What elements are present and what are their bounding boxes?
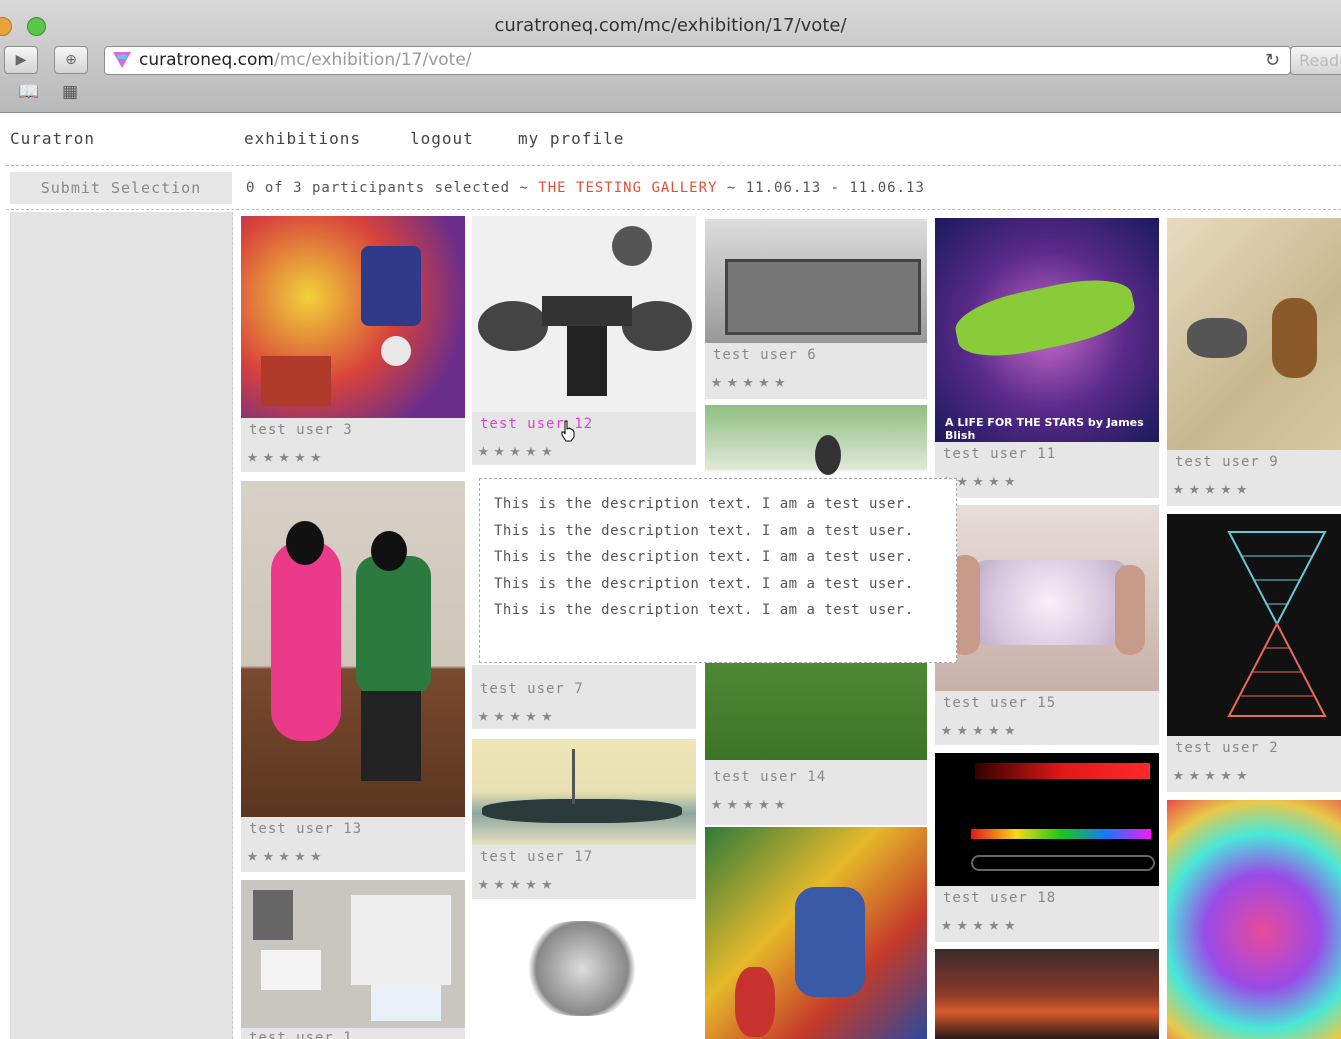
artist-name[interactable]: test user 12 (480, 416, 593, 432)
artwork-image: A LIFE FOR THE STARS by James Blish (935, 218, 1159, 442)
artwork-image (705, 827, 927, 1039)
artwork-image (1167, 800, 1341, 1039)
divider (6, 209, 1341, 210)
selection-sidebar (10, 212, 233, 1039)
artwork-card[interactable]: test user 12 ★★★★★ (472, 216, 696, 465)
artist-name[interactable]: test user 3 (249, 422, 353, 438)
artwork-card[interactable]: test user 1 (241, 880, 465, 1039)
star-rating[interactable]: ★★★★★ (711, 371, 790, 392)
artwork-card[interactable]: test user 7 ★★★★★ (472, 665, 696, 729)
artwork-image (935, 753, 1159, 886)
artwork-card[interactable]: test user 17 ★★★★★ (472, 739, 696, 899)
star-rating[interactable]: ★★★★★ (247, 845, 326, 866)
artwork-image (241, 481, 465, 817)
artwork-card[interactable] (935, 949, 1159, 1039)
url-text: curatroneq.com/mc/exhibition/17/vote/ (139, 50, 472, 70)
forward-button[interactable]: ▶ (4, 46, 38, 74)
hand-cursor-icon (561, 420, 575, 442)
artwork-card[interactable]: test user 15 ★★★★★ (935, 505, 1159, 745)
artwork-image (241, 880, 465, 1028)
play-icon: ▶ (15, 52, 27, 68)
reader-button[interactable]: Reader (1290, 46, 1341, 75)
bookmarks-book-icon[interactable]: 📖 (18, 82, 39, 102)
top-sites-grid-icon[interactable]: ▦ (62, 82, 78, 102)
artwork-image (472, 907, 696, 1039)
artist-name[interactable]: test user 15 (943, 695, 1056, 711)
artwork-card[interactable]: test user 3 ★★★★★ (241, 216, 465, 472)
artwork-card[interactable] (1167, 800, 1341, 1039)
nav-exhibitions[interactable]: exhibitions (244, 129, 361, 148)
gallery-name: THE TESTING GALLERY (538, 180, 718, 196)
window-title: curatroneq.com/mc/exhibition/17/vote/ (494, 15, 847, 36)
nav-logout[interactable]: logout (410, 129, 474, 148)
star-rating[interactable]: ★★★★★ (941, 914, 1020, 935)
artwork-card[interactable]: test user 6 ★★★★★ (705, 219, 927, 399)
artist-name[interactable]: test user 14 (713, 769, 826, 785)
artwork-image (935, 505, 1159, 691)
address-bar[interactable]: curatroneq.com/mc/exhibition/17/vote/ ↻ (104, 46, 1291, 75)
artwork-card[interactable]: A LIFE FOR THE STARS by James Blish test… (935, 218, 1159, 498)
star-rating[interactable]: ★★★★★ (711, 793, 790, 814)
artist-name[interactable]: test user 7 (480, 681, 584, 697)
artwork-card[interactable]: test user 13 ★★★★★ (241, 481, 465, 872)
star-rating[interactable]: ★★★★★ (247, 446, 326, 467)
description-tooltip: This is the description text. I am a tes… (479, 478, 957, 663)
divider (6, 165, 1341, 166)
artwork-image (241, 216, 465, 418)
artist-name[interactable]: test user 11 (943, 446, 1056, 462)
star-rating[interactable]: ★★★★★ (1173, 764, 1252, 785)
artwork-image (472, 216, 696, 412)
artwork-card[interactable]: test user 18 ★★★★★ (935, 753, 1159, 942)
artwork-card[interactable] (705, 827, 927, 1039)
nav-my-profile[interactable]: my profile (518, 129, 624, 148)
artist-name[interactable]: test user 6 (713, 347, 817, 363)
browser-chrome: curatroneq.com/mc/exhibition/17/vote/ ▶ … (0, 0, 1341, 113)
download-button[interactable]: ⊕ (54, 46, 88, 74)
artwork-image (935, 949, 1159, 1039)
artwork-image (705, 219, 927, 343)
artwork-image (1167, 514, 1341, 736)
artist-name[interactable]: test user 9 (1175, 454, 1279, 470)
selection-status: 0 of 3 participants selected ~ THE TESTI… (246, 180, 925, 196)
star-rating[interactable]: ★★★★★ (478, 873, 557, 894)
artist-name[interactable]: test user 17 (480, 849, 593, 865)
artwork-card[interactable] (472, 907, 696, 1039)
artwork-image (1167, 218, 1341, 450)
reload-icon[interactable]: ↻ (1265, 47, 1280, 74)
artist-name[interactable]: test user 1 (249, 1030, 353, 1039)
artwork-card[interactable]: test user 9 ★★★★★ (1167, 218, 1341, 506)
download-icon: ⊕ (65, 52, 77, 68)
artist-name[interactable]: test user 18 (943, 890, 1056, 906)
artist-name[interactable]: test user 13 (249, 821, 362, 837)
star-rating[interactable]: ★★★★★ (478, 440, 557, 461)
artwork-image (472, 739, 696, 845)
submit-selection-button[interactable]: Submit Selection (10, 172, 232, 204)
site-nav: Curatron exhibitions logout my profile (0, 113, 1341, 165)
artist-name[interactable]: test user 2 (1175, 740, 1279, 756)
triangle-pattern (1227, 531, 1327, 717)
star-rating[interactable]: ★★★★★ (1173, 478, 1252, 499)
brand-link[interactable]: Curatron (10, 129, 95, 148)
artwork-card[interactable]: test user 2 ★★★★★ (1167, 514, 1341, 792)
star-rating[interactable]: ★★★★★ (478, 705, 557, 726)
star-rating[interactable]: ★★★★★ (941, 719, 1020, 740)
site-favicon-icon (113, 52, 131, 68)
